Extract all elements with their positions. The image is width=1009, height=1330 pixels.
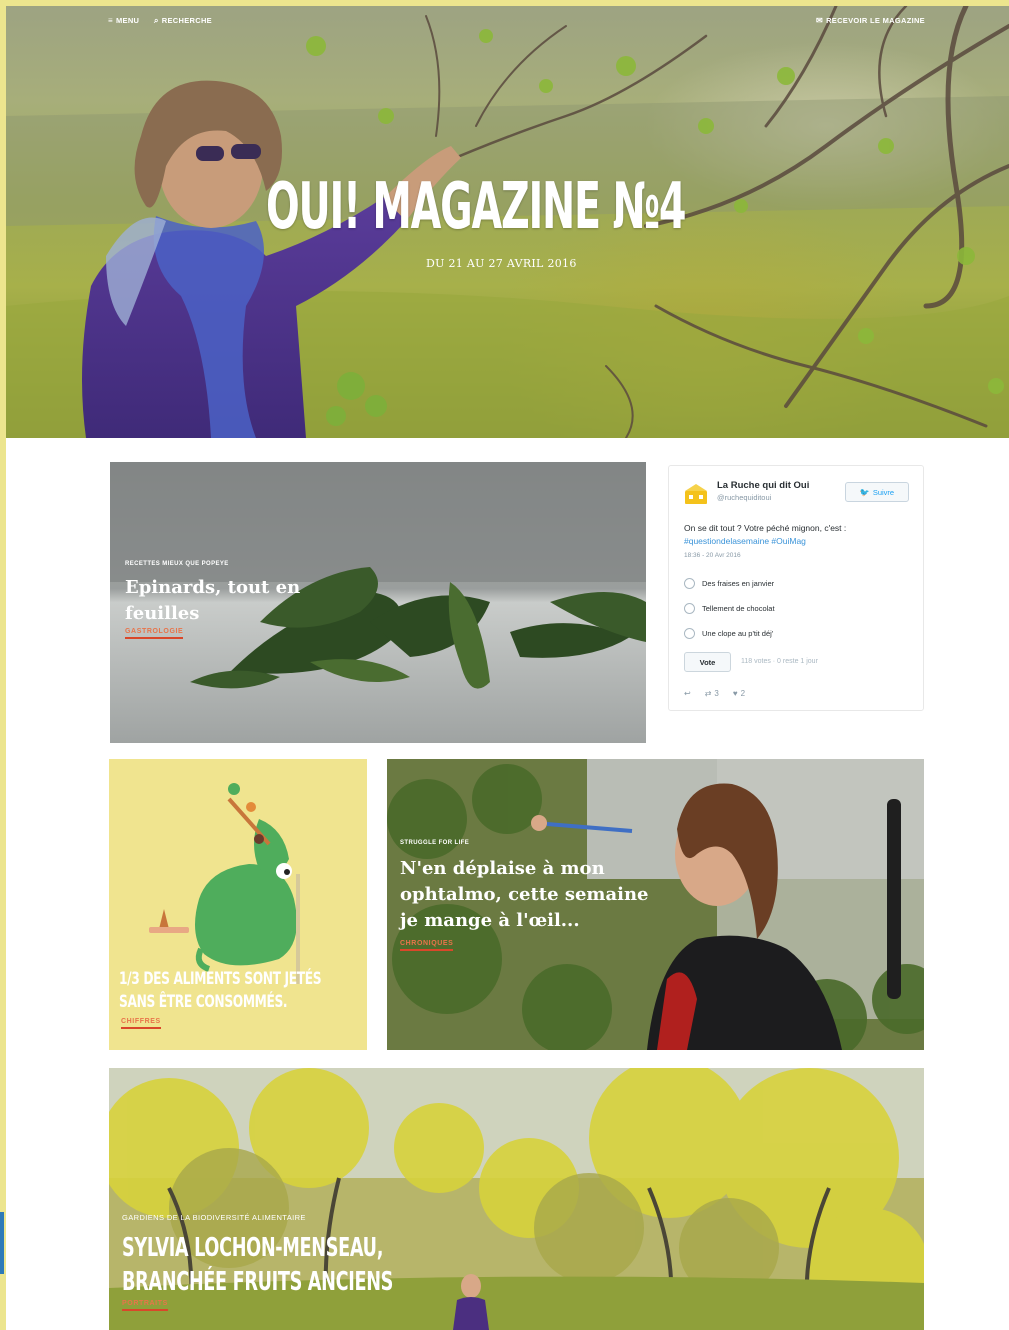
article-card-epinards[interactable]: Recettes mieux que Popeye Epinards, tout… <box>110 462 646 743</box>
article-title[interactable]: N'en déplaise à mon ophtalmo, cette sema… <box>400 856 655 934</box>
radio-icon[interactable] <box>684 628 695 639</box>
tweet-text: On se dit tout ? Votre péché mignon, c'e… <box>684 522 914 548</box>
poll-option-3[interactable]: Une clope au p'tit déj' <box>684 628 773 639</box>
tweet-text-body: On se dit tout ? Votre péché mignon, c'e… <box>684 523 847 533</box>
title-line-2: BRANCHÉE FRUITS ANCIENS <box>122 1267 394 1297</box>
poll-option-label: Une clope au p'tit déj' <box>702 629 774 638</box>
category-tag-link[interactable]: Chiffres <box>121 1018 161 1029</box>
retweet-icon: ⇄ <box>704 689 712 698</box>
tweet-hashtags-link[interactable]: #questiondelasemaine #OuiMag <box>684 536 806 546</box>
menu-label: Menu <box>115 16 140 25</box>
mail-icon: ✉ <box>816 15 824 25</box>
heart-icon: ♥ <box>732 689 738 698</box>
category-tag-link[interactable]: Chroniques <box>400 940 454 951</box>
issue-dates: DU 21 AU 27 AVRIL 2016 <box>426 257 577 270</box>
tweet-author-name[interactable]: La Ruche qui dit Oui <box>717 480 809 491</box>
article-title[interactable]: Epinards, tout en feuilles <box>125 575 345 627</box>
article-kicker: Gardiens de la biodiversité alimentaire <box>122 1213 306 1222</box>
la-ruche-logo-icon <box>685 484 707 504</box>
poll-option-label: Tellement de chocolat <box>702 604 775 613</box>
magazine-title: OUI! MAGAZINE №4 <box>266 170 687 244</box>
article-title[interactable]: SYLVIA LOCHON-MENSEAU, BRANCHÉE FRUITS A… <box>122 1231 530 1299</box>
follow-label: Suivre <box>872 487 895 497</box>
retweet-count: 3 <box>714 689 719 698</box>
embedded-tweet: La Ruche qui dit Oui @ruchequiditoui 🐦 S… <box>668 465 924 711</box>
reply-icon: ↩ <box>684 689 691 698</box>
like-button[interactable]: ♥ 2 <box>733 689 745 698</box>
poll-stats: 118 votes · 0 reste 1 jour <box>741 658 818 665</box>
category-tag-link[interactable]: Gastrologie <box>125 628 184 639</box>
search-button[interactable]: ⌕ Recherche <box>154 16 212 25</box>
tweet-actions: ↩ ⇄ 3 ♥ 2 <box>684 689 745 698</box>
radio-icon[interactable] <box>684 603 695 614</box>
category-tag-link[interactable]: Portraits <box>122 1300 168 1311</box>
title-line-1: SYLVIA LOCHON-MENSEAU, <box>122 1233 384 1263</box>
tweet-timestamp[interactable]: 18:36 - 20 Avr 2016 <box>684 552 741 559</box>
subscribe-magazine-link[interactable]: ✉ Recevoir le magazine <box>816 16 925 25</box>
twitter-bird-icon: 🐦 <box>859 487 870 497</box>
edge-marker <box>0 1212 4 1274</box>
article-card-oeil[interactable]: Struggle for life N'en déplaise à mon op… <box>387 759 924 1050</box>
menu-button[interactable]: ≡ Menu <box>108 16 139 25</box>
reply-button[interactable]: ↩ <box>684 689 691 698</box>
article-card-aliments[interactable]: 1/3 DES ALIMENTS SONT JETÉS SANS ÊTRE CO… <box>109 759 367 1050</box>
search-label: Recherche <box>161 16 212 25</box>
retweet-button[interactable]: ⇄ 3 <box>705 689 719 698</box>
article-kicker: Struggle for life <box>400 840 470 846</box>
article-kicker: Recettes mieux que Popeye <box>125 561 229 567</box>
tweet-author-handle[interactable]: @ruchequiditoui <box>717 493 771 502</box>
like-count: 2 <box>740 689 746 698</box>
poll-option-2[interactable]: Tellement de chocolat <box>684 603 775 614</box>
radio-icon[interactable] <box>684 578 695 589</box>
article-card-sylvia[interactable]: Gardiens de la biodiversité alimentaire … <box>109 1068 924 1330</box>
vote-button[interactable]: Vote <box>684 652 731 672</box>
page: ≡ Menu ⌕ Recherche ✉ Recevoir le magazin… <box>6 6 1009 1330</box>
poll-option-1[interactable]: Des fraises en janvier <box>684 578 774 589</box>
article-title[interactable]: 1/3 DES ALIMENTS SONT JETÉS SANS ÊTRE CO… <box>119 968 349 1014</box>
top-navigation: ≡ Menu ⌕ Recherche ✉ Recevoir le magazin… <box>6 16 1009 30</box>
search-icon: ⌕ <box>154 15 159 25</box>
follow-button[interactable]: 🐦 Suivre <box>845 482 909 502</box>
poll-option-label: Des fraises en janvier <box>702 579 775 588</box>
subscribe-label: Recevoir le magazine <box>826 16 925 25</box>
hero-banner[interactable]: ≡ Menu ⌕ Recherche ✉ Recevoir le magazin… <box>6 6 1009 438</box>
hamburger-icon: ≡ <box>108 15 113 25</box>
